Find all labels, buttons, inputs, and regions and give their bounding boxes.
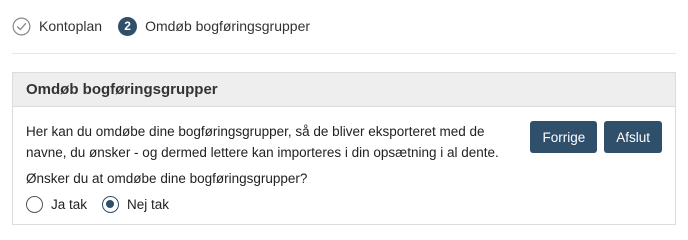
finish-button[interactable]: Afslut bbox=[604, 121, 662, 153]
step-kontoplan[interactable]: Kontoplan bbox=[12, 17, 102, 36]
back-button[interactable]: Forrige bbox=[530, 121, 598, 153]
action-buttons: Forrige Afslut bbox=[530, 121, 662, 153]
panel-header: Omdøb bogføringsgrupper bbox=[13, 73, 675, 107]
step-label-kontoplan: Kontoplan bbox=[39, 18, 103, 34]
rename-question: Ønsker du at omdøbe dine bogføringsgrupp… bbox=[26, 171, 308, 186]
check-circle-icon bbox=[12, 17, 31, 35]
stepper: Kontoplan 2 Omdøb bogføringsgrupper bbox=[12, 15, 310, 37]
radio-ja-tak[interactable]: Ja tak bbox=[26, 196, 87, 213]
radio-label-nej-tak: Nej tak bbox=[127, 197, 170, 212]
rename-radio-group: Ja tak Nej tak bbox=[26, 196, 662, 213]
radio-checked-icon[interactable] bbox=[102, 196, 120, 213]
step-number-badge: 2 bbox=[118, 16, 138, 36]
panel-description: Her kan du omdøbe dine bogføringsgrupper… bbox=[26, 124, 499, 160]
step-label-omdob: Omdøb bogføringsgrupper bbox=[145, 18, 311, 34]
radio-label-ja-tak: Ja tak bbox=[51, 197, 88, 212]
panel-title: Omdøb bogføringsgrupper bbox=[26, 81, 218, 98]
rename-panel: Omdøb bogføringsgrupper Her kan du omdøb… bbox=[12, 72, 676, 225]
radio-nej-tak[interactable]: Nej tak bbox=[102, 196, 169, 213]
panel-body: Her kan du omdøbe dine bogføringsgrupper… bbox=[13, 107, 675, 227]
radio-unchecked-icon[interactable] bbox=[26, 196, 43, 213]
step-omdob: 2 Omdøb bogføringsgrupper bbox=[118, 16, 311, 36]
divider bbox=[12, 53, 676, 54]
